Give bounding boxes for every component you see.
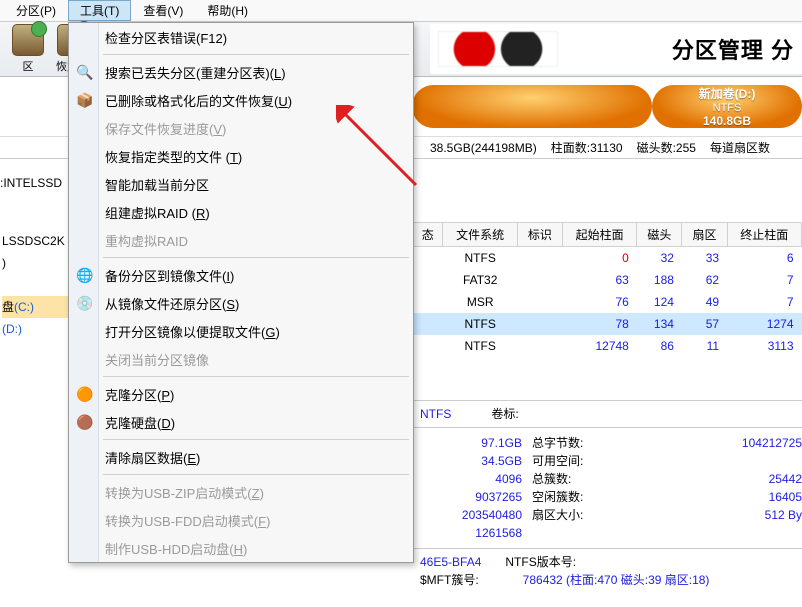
table-row[interactable]: NTFS032336 — [413, 247, 802, 270]
partition-detail: NTFS 卷标: 97.1GB总字节数:10421272534.5GB可用空间:… — [412, 400, 802, 593]
menu-item: 保存文件恢复进度(V) — [69, 114, 413, 142]
disc-icon: 🟠 — [75, 384, 95, 404]
menu-help[interactable]: 帮助(H) — [195, 0, 260, 21]
menu-item[interactable]: 🟤克隆硬盘(D) — [69, 408, 413, 436]
tools-dropdown: 检查分区表错误(F12) 🔍搜索已丢失分区(重建分区表)(L)📦已删除或格式化后的… — [68, 22, 414, 563]
disc2-icon: 🟤 — [75, 412, 95, 432]
disk-segment-d[interactable]: 新加卷(D:) NTFS 140.8GB — [652, 85, 802, 128]
table-row[interactable]: MSR76124497 — [413, 291, 802, 313]
menu-item: 关闭当前分区镜像 — [69, 345, 413, 373]
menu-item[interactable]: 清除扇区数据(E) — [69, 443, 413, 471]
segment-label: 新加卷(D:) — [699, 85, 756, 102]
toolbar-label-0: 区 — [23, 58, 34, 74]
menu-tools[interactable]: 工具(T) — [68, 0, 131, 21]
detail-mft-val: 786432 (柱面:470 磁头:39 扇区:18) — [523, 571, 710, 589]
detail-mft-label: $MFT簇号: — [420, 571, 479, 589]
banner: 分区管理 分 — [430, 24, 802, 74]
table-row[interactable]: NTFS1274886113113 — [413, 335, 802, 357]
disk-segment-hidden[interactable] — [412, 85, 652, 128]
tree-item-d[interactable]: (D:) — [2, 318, 75, 340]
toolbar-btn-0[interactable]: 区 — [6, 20, 50, 78]
app-logo-icon — [438, 31, 558, 67]
menu-item[interactable]: 💿从镜像文件还原分区(S) — [69, 289, 413, 317]
th-sector[interactable]: 扇区 — [682, 223, 727, 247]
menubar: 分区(P) 工具(T) 查看(V) 帮助(H) — [0, 0, 802, 22]
tree-item[interactable]: LSSDSC2K — [2, 230, 75, 252]
table-header: 态 文件系统 标识 起始柱面 磁头 扇区 终止柱面 — [413, 223, 802, 247]
box-icon: 📦 — [75, 90, 95, 110]
detail-fs: NTFS — [420, 405, 451, 423]
toolbar-icon-0 — [12, 24, 44, 56]
menu-partition[interactable]: 分区(P) — [4, 0, 68, 21]
th-startcyl[interactable]: 起始柱面 — [562, 223, 636, 247]
th-flag[interactable]: 标识 — [517, 223, 562, 247]
table-row[interactable]: NTFS78134571274 — [413, 313, 802, 335]
search-icon: 🔍 — [75, 62, 95, 82]
disk-name-fragment: :INTELSSD — [0, 176, 62, 190]
partition-table: 态 文件系统 标识 起始柱面 磁头 扇区 终止柱面 NTFS032336FAT3… — [412, 222, 802, 357]
detail-vol-label: 卷标: — [491, 405, 518, 423]
tree-item-c[interactable]: 盘(C:) — [2, 296, 75, 318]
menu-item: 制作USB-HDD启动盘(H) — [69, 534, 413, 562]
menu-item[interactable]: 📦已删除或格式化后的文件恢复(U) — [69, 86, 413, 114]
globe-icon: 🌐 — [75, 265, 95, 285]
menu-item[interactable]: 智能加载当前分区 — [69, 170, 413, 198]
disk-tree: LSSDSC2K ) 盘(C:) (D:) — [0, 230, 75, 340]
menu-item[interactable]: 🔍搜索已丢失分区(重建分区表)(L) — [69, 58, 413, 86]
table-row[interactable]: FAT3263188627 — [413, 269, 802, 291]
detail-guid: 46E5-BFA4 — [420, 553, 481, 571]
th-endcyl[interactable]: 终止柱面 — [727, 223, 801, 247]
menu-item[interactable]: 🟠克隆分区(P) — [69, 380, 413, 408]
segment-size: 140.8GB — [703, 114, 751, 128]
globe2-icon: 💿 — [75, 293, 95, 313]
menu-item: 转换为USB-ZIP启动模式(Z) — [69, 478, 413, 506]
tree-item[interactable]: ) — [2, 252, 75, 274]
menu-item[interactable]: 🌐备份分区到镜像文件(I) — [69, 261, 413, 289]
th-head[interactable]: 磁头 — [637, 223, 682, 247]
segment-fs: NTFS — [713, 102, 742, 114]
menu-item[interactable]: 组建虚拟RAID (R) — [69, 198, 413, 226]
menu-view[interactable]: 查看(V) — [131, 0, 195, 21]
menu-item[interactable]: 检查分区表错误(F12) — [69, 23, 413, 51]
detail-ntfsver-label: NTFS版本号: — [505, 553, 576, 571]
th-state[interactable]: 态 — [413, 223, 443, 247]
menu-item: 转换为USB-FDD启动模式(F) — [69, 506, 413, 534]
disk-capacity: 38.5GB(244198MB) — [430, 141, 537, 155]
banner-title: 分区管理 分 — [672, 33, 794, 65]
menu-item[interactable]: 打开分区镜像以便提取文件(G) — [69, 317, 413, 345]
th-fs[interactable]: 文件系统 — [443, 223, 517, 247]
menu-item: 重构虚拟RAID — [69, 226, 413, 254]
menu-item[interactable]: 恢复指定类型的文件 (T) — [69, 142, 413, 170]
